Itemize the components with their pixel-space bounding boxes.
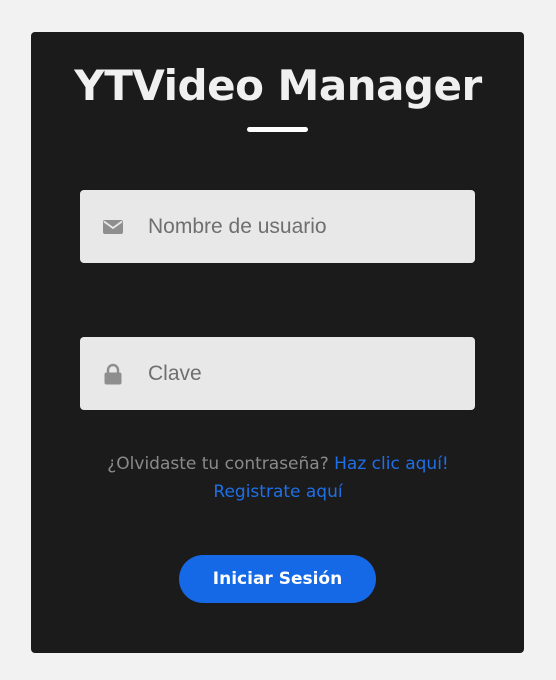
app-title: YTVideo Manager [74,61,482,110]
forgot-password-link[interactable]: Haz clic aquí! [334,454,449,474]
envelope-icon [102,216,124,238]
register-line: Registrate aquí [0,480,556,504]
password-field[interactable] [80,337,475,410]
username-input[interactable] [148,190,458,263]
lock-icon [102,363,124,385]
register-link[interactable]: Registrate aquí [213,482,342,502]
password-input[interactable] [148,337,458,410]
username-field[interactable] [80,190,475,263]
forgot-password-line: ¿Olvidaste tu contraseña? Haz clic aquí! [0,452,556,476]
title-underline-divider [247,127,308,132]
forgot-password-text: ¿Olvidaste tu contraseña? [107,454,329,474]
login-button[interactable]: Iniciar Sesión [179,555,376,603]
